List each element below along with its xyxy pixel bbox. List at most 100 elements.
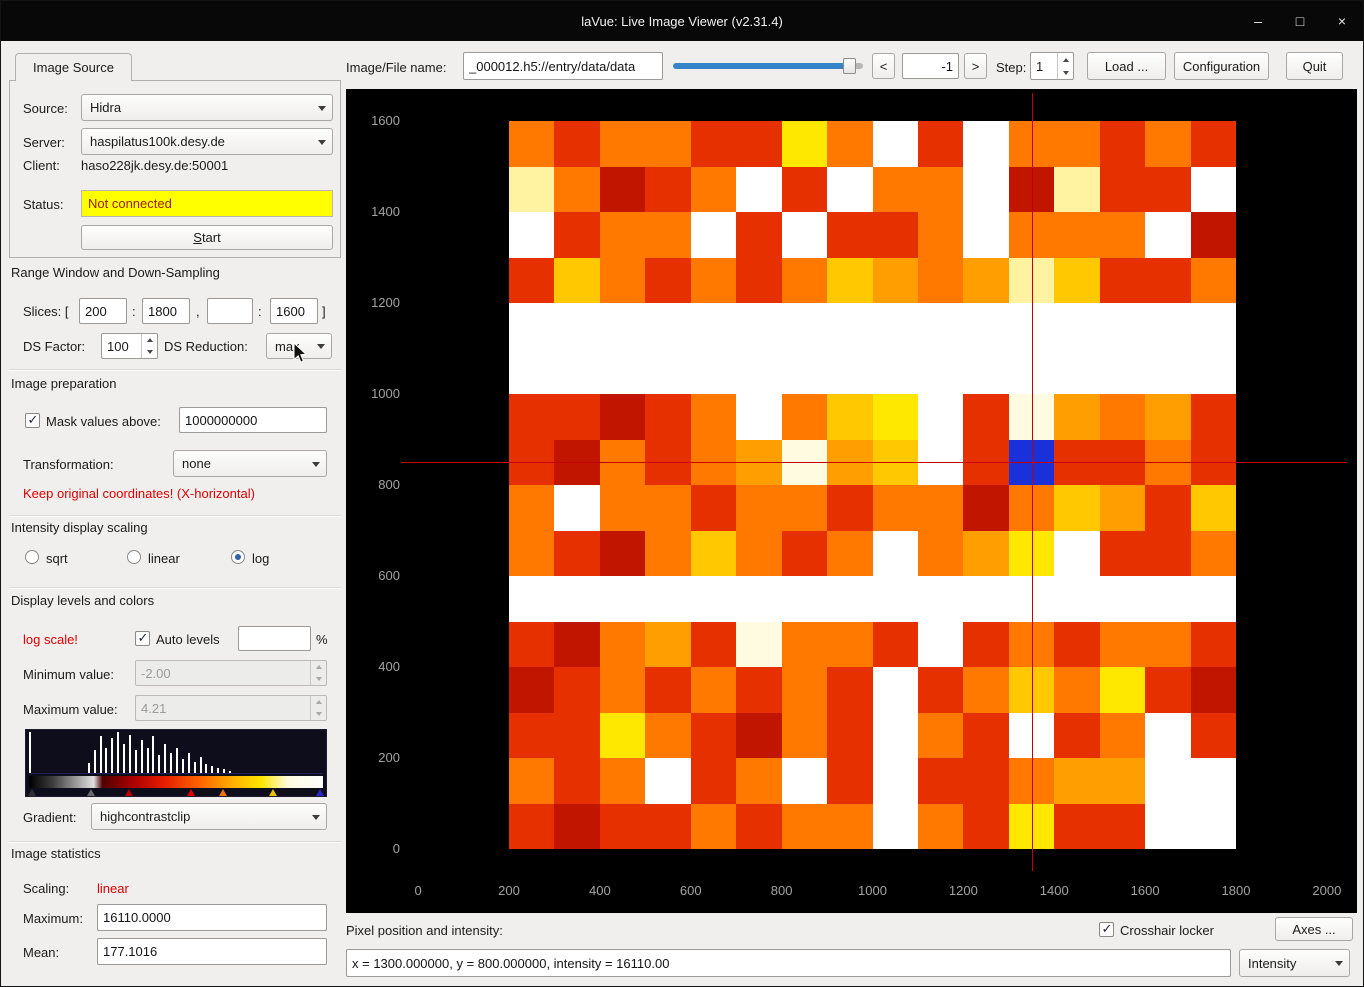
file-name-input[interactable] xyxy=(463,52,663,80)
auto-levels-input[interactable] xyxy=(238,626,311,651)
crosshair-hline[interactable] xyxy=(401,462,1347,463)
quit-button[interactable]: Quit xyxy=(1286,52,1343,80)
transformation-select[interactable]: none xyxy=(173,450,327,477)
stats-mean-input[interactable] xyxy=(97,938,327,965)
gradient-stop-marker[interactable] xyxy=(316,789,324,796)
heatmap-cell xyxy=(827,485,872,531)
heatmap-cell xyxy=(918,531,963,577)
x-tick-label: 0 xyxy=(394,883,442,898)
heatmap-cell xyxy=(782,576,827,622)
mask-value-input[interactable] xyxy=(179,407,327,433)
heatmap-cell xyxy=(1100,667,1145,713)
server-select[interactable]: haspilatus100k.desy.de xyxy=(81,128,333,155)
heatmap-cell xyxy=(691,531,736,577)
heatmap-cell xyxy=(509,212,554,258)
heatmap-cell xyxy=(782,167,827,213)
heatmap-cell xyxy=(691,576,736,622)
frame-slider-groove[interactable] xyxy=(673,63,863,69)
plot-area[interactable]: 0200400600800100012001400160018002000020… xyxy=(346,89,1357,913)
load-button[interactable]: Load ... xyxy=(1087,52,1166,80)
radio-sqrt[interactable] xyxy=(25,550,39,564)
maximum-value-spinbox: 4.21 xyxy=(135,695,327,721)
radio-log-label: log xyxy=(252,551,269,566)
ds-factor-spinbox[interactable]: 100 xyxy=(101,333,158,359)
channel-select[interactable]: Intensity xyxy=(1239,949,1350,977)
heatmap-cell xyxy=(782,622,827,668)
crosshair-locker-checkbox[interactable] xyxy=(1099,922,1114,937)
crosshair-vline[interactable] xyxy=(1032,93,1033,871)
auto-levels-checkbox[interactable] xyxy=(135,631,150,646)
gradient-select[interactable]: highcontrastclip xyxy=(91,803,327,830)
slice-y-end-input[interactable] xyxy=(270,298,318,324)
section-separator xyxy=(9,515,341,516)
gradient-stop-marker[interactable] xyxy=(219,789,227,796)
source-select[interactable]: Hidra xyxy=(81,94,333,121)
heatmap-cell xyxy=(1100,167,1145,213)
gradient-stop-marker[interactable] xyxy=(269,789,277,796)
heatmap-cell xyxy=(827,258,872,304)
section-title-preparation: Image preparation xyxy=(11,376,117,391)
gradient-stop-marker[interactable] xyxy=(125,789,133,796)
x-tick-label: 1000 xyxy=(849,883,897,898)
heatmap-cell xyxy=(963,713,1008,759)
heatmap-cell xyxy=(963,804,1008,850)
radio-linear[interactable] xyxy=(127,550,141,564)
crosshair-locker-label: Crosshair locker xyxy=(1120,923,1214,938)
heatmap-cell xyxy=(1054,303,1099,349)
heatmap-cell xyxy=(691,758,736,804)
step-spinbox[interactable]: 1 xyxy=(1030,52,1074,80)
axes-button[interactable]: Axes ... xyxy=(1275,917,1353,941)
maximize-icon[interactable]: □ xyxy=(1291,13,1309,29)
heatmap-cell xyxy=(1191,622,1236,668)
heatmap-cell xyxy=(963,258,1008,304)
gradient-stop-marker[interactable] xyxy=(87,789,95,796)
gradient-stop-marker[interactable] xyxy=(187,789,195,796)
heatmap-cell xyxy=(691,804,736,850)
heatmap-cell xyxy=(1145,303,1190,349)
previous-frame-button[interactable]: < xyxy=(872,53,895,79)
heatmap-cell xyxy=(827,212,872,258)
close-icon[interactable]: × xyxy=(1333,13,1351,29)
histogram-spike xyxy=(223,769,225,773)
configuration-button[interactable]: Configuration xyxy=(1174,52,1269,80)
frame-slider-handle[interactable] xyxy=(843,58,856,74)
heatmap-cell xyxy=(827,394,872,440)
channel-select-value: Intensity xyxy=(1248,956,1331,971)
stats-maximum-input[interactable] xyxy=(97,904,327,931)
heatmap-cell xyxy=(1145,804,1190,850)
application-window: laVue: Live Image Viewer (v2.31.4) – □ ×… xyxy=(0,0,1364,987)
next-frame-button[interactable]: > xyxy=(964,53,987,79)
frame-slider[interactable] xyxy=(673,53,863,79)
histogram-spike xyxy=(229,771,231,773)
frame-number-input[interactable] xyxy=(902,53,959,79)
pixel-intensity-input[interactable] xyxy=(346,949,1231,977)
gradient-stop-marker[interactable] xyxy=(28,789,36,796)
histogram-spike xyxy=(29,732,31,773)
slice-x-start-input[interactable] xyxy=(79,298,127,324)
heatmap-cell xyxy=(1054,622,1099,668)
heatmap-cell xyxy=(963,349,1008,395)
heatmap-cell xyxy=(645,713,690,759)
slice-y-start-input[interactable] xyxy=(207,298,253,324)
x-tick-label: 1600 xyxy=(1121,883,1169,898)
heatmap-cell xyxy=(1054,258,1099,304)
section-separator xyxy=(9,841,341,842)
slice-x-end-input[interactable] xyxy=(142,298,190,324)
spinner-arrows-icon[interactable] xyxy=(1057,53,1073,79)
heatmap-cell xyxy=(1145,349,1190,395)
heatmap-cell xyxy=(509,804,554,850)
heatmap-cell xyxy=(1191,667,1236,713)
heatmap-cell xyxy=(645,667,690,713)
heatmap-cell xyxy=(827,713,872,759)
mask-checkbox[interactable] xyxy=(25,413,40,428)
spinner-arrows-icon[interactable] xyxy=(141,334,157,358)
heatmap-cell xyxy=(918,394,963,440)
tab-image-source[interactable]: Image Source xyxy=(15,53,132,81)
minimize-icon[interactable]: – xyxy=(1249,13,1267,29)
radio-log[interactable] xyxy=(231,550,245,564)
levels-histogram[interactable] xyxy=(25,729,327,797)
start-button[interactable]: Start xyxy=(81,225,333,250)
coordinates-warning: Keep original coordinates! (X-horizontal… xyxy=(23,486,255,501)
histogram-spike xyxy=(158,755,160,773)
heatmap-cell xyxy=(691,485,736,531)
